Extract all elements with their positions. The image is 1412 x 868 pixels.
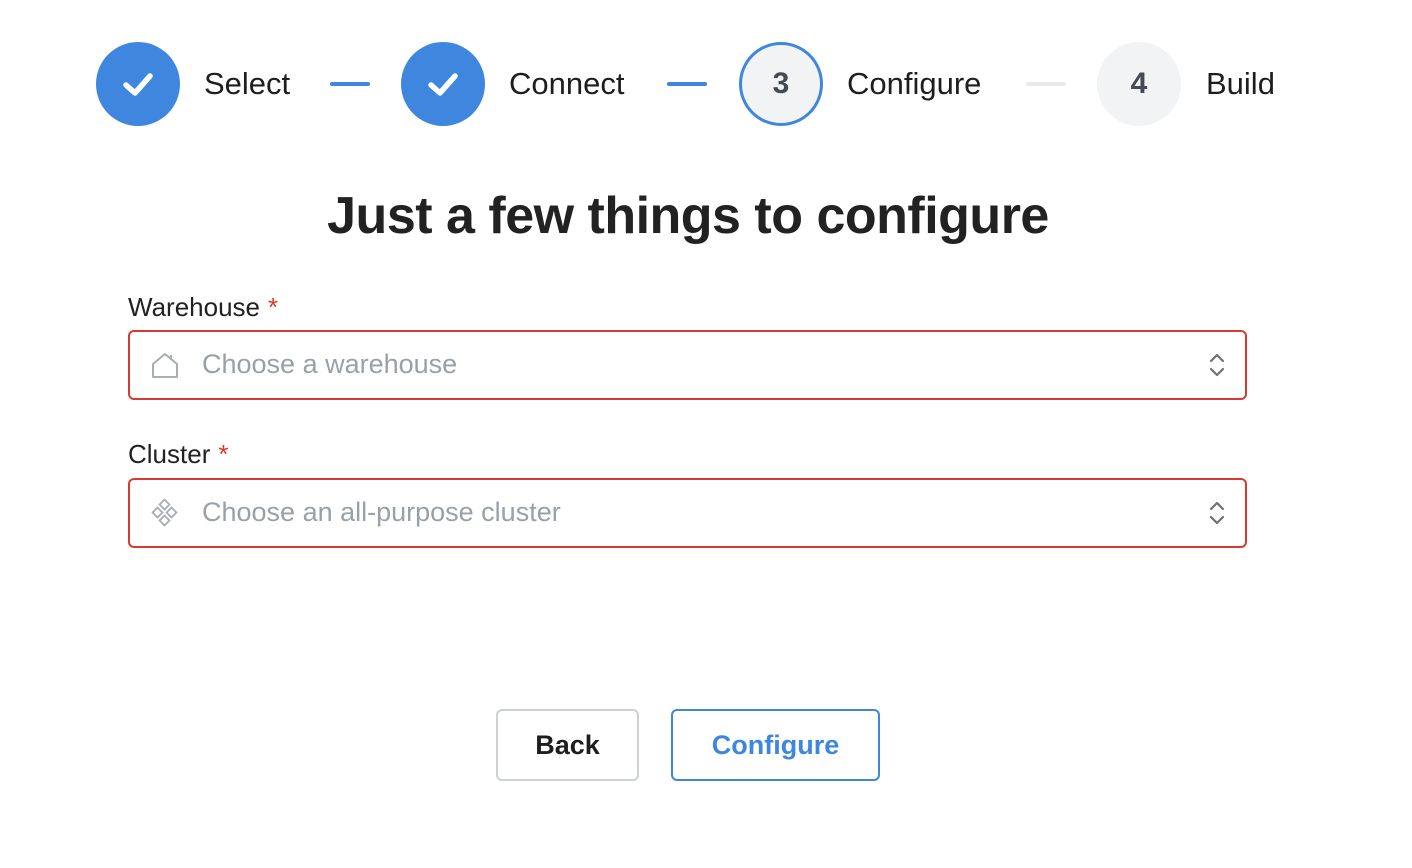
step-1-indicator[interactable] bbox=[96, 42, 180, 126]
check-icon bbox=[428, 73, 458, 96]
cluster-icon bbox=[151, 499, 178, 527]
step-3-indicator: 3 bbox=[739, 42, 823, 126]
warehouse-select[interactable]: Choose a warehouse bbox=[128, 330, 1247, 400]
wizard-stepper: Select Connect 3 Configure 4 Build bbox=[0, 42, 1412, 126]
warehouse-label: Warehouse * bbox=[128, 292, 278, 323]
configure-page: Select Connect 3 Configure 4 Build Just … bbox=[0, 0, 1412, 868]
step-connector-3 bbox=[1026, 82, 1066, 86]
step-2-label[interactable]: Connect bbox=[509, 42, 624, 126]
required-marker: * bbox=[268, 292, 279, 322]
cluster-label-text: Cluster bbox=[128, 439, 211, 469]
cluster-label: Cluster * bbox=[128, 439, 228, 470]
cluster-placeholder: Choose an all-purpose cluster bbox=[202, 497, 561, 527]
check-icon bbox=[123, 73, 153, 96]
select-chevrons-icon bbox=[1209, 501, 1225, 525]
warehouse-label-text: Warehouse bbox=[128, 292, 260, 322]
step-1-label[interactable]: Select bbox=[204, 42, 290, 126]
step-connector-2 bbox=[667, 82, 707, 86]
cluster-select[interactable]: Choose an all-purpose cluster bbox=[128, 478, 1247, 548]
configure-button[interactable]: Configure bbox=[671, 709, 880, 781]
step-4-label: Build bbox=[1206, 66, 1275, 101]
step-3-label: Configure bbox=[847, 66, 982, 101]
select-chevrons-icon bbox=[1209, 353, 1225, 377]
step-connector-1 bbox=[330, 82, 370, 86]
page-title: Just a few things to configure bbox=[327, 187, 1049, 245]
step-4-indicator: 4 bbox=[1097, 42, 1181, 126]
step-2-indicator[interactable] bbox=[401, 42, 485, 126]
back-button[interactable]: Back bbox=[496, 709, 639, 781]
required-marker: * bbox=[218, 439, 229, 469]
warehouse-placeholder: Choose a warehouse bbox=[202, 349, 458, 379]
warehouse-icon bbox=[152, 353, 178, 378]
